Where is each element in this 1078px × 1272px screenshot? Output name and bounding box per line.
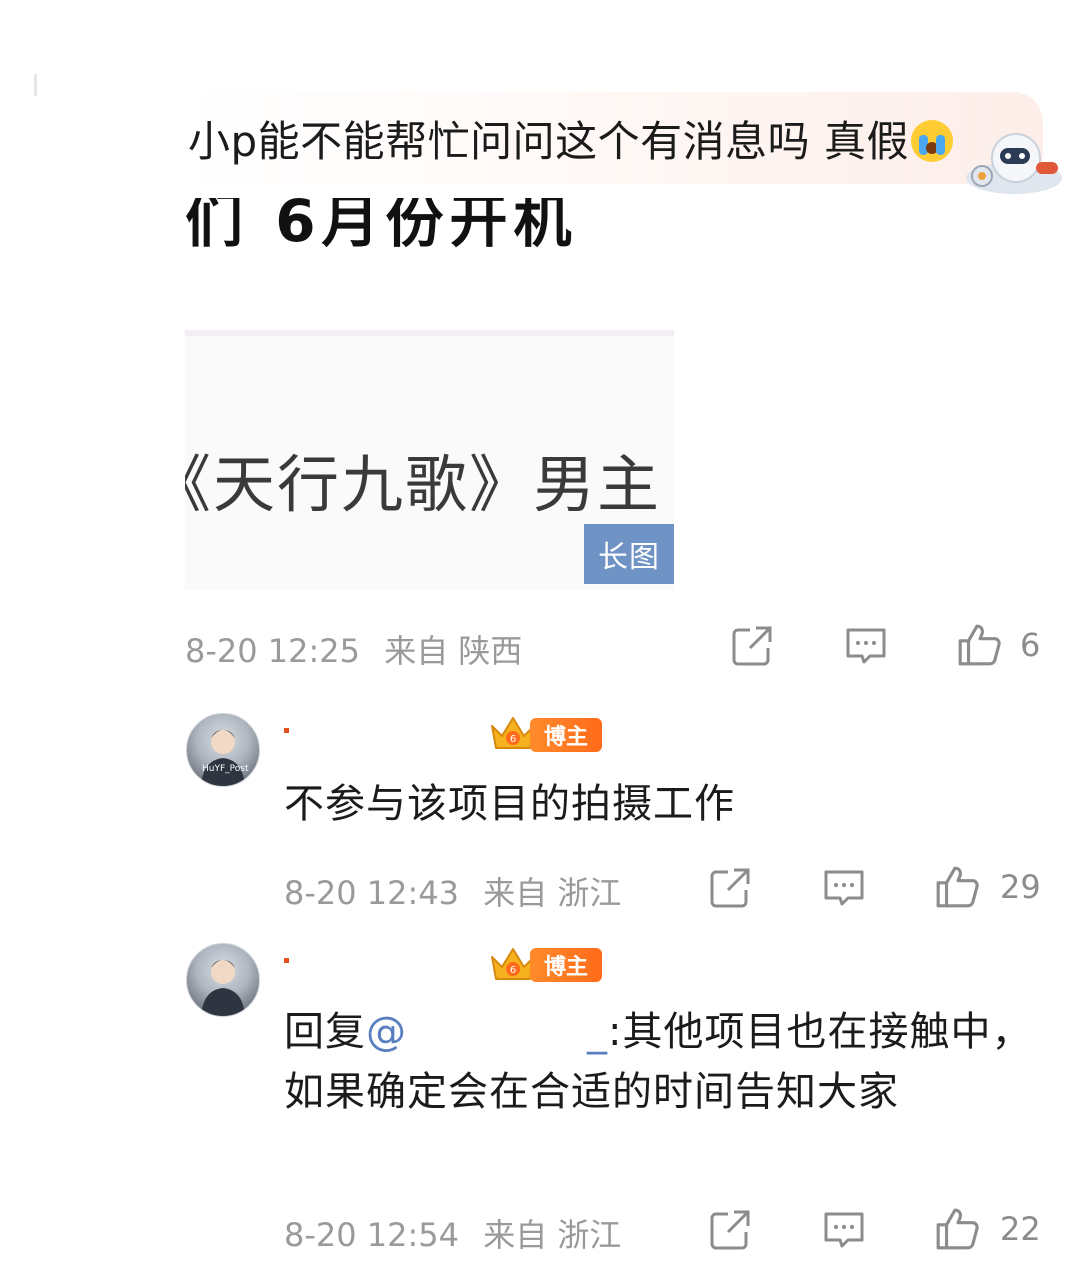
avatar[interactable]: [186, 713, 260, 787]
avatar-caption: HuYF_Post: [202, 764, 249, 774]
like-count: 6: [1020, 626, 1041, 664]
mention-start: @: [366, 1009, 407, 1055]
crying-emoji-icon: [911, 120, 954, 162]
reply-prefix: 回复: [284, 1009, 366, 1055]
like-count: 29: [1000, 868, 1041, 906]
svg-text:6: 6: [510, 734, 516, 745]
svg-text:6: 6: [510, 965, 516, 976]
blogger-tag: 博主: [530, 948, 602, 982]
image-fragment-text: 们 6月份开机: [185, 198, 578, 255]
mention-end: _: [587, 1009, 608, 1055]
reply-text: 回复@ _:其他项目也在接触中，如果确定会在合适的时间告知大家: [284, 1002, 1044, 1122]
avatar[interactable]: [186, 943, 260, 1017]
share-icon[interactable]: [730, 624, 774, 668]
image-fragment[interactable]: 们 6月份开机: [185, 198, 675, 258]
avatar-portrait-icon: [201, 960, 245, 1016]
reply-text: 不参与该项目的拍摄工作: [284, 781, 735, 827]
comment-icon[interactable]: [844, 624, 888, 668]
reply-time: 8-20 12:43: [284, 874, 460, 912]
top-comment-text: 小p能不能帮忙问问这个有消息吗 真假: [188, 108, 954, 169]
username-redacted[interactable]: [284, 728, 289, 733]
share-icon[interactable]: [708, 866, 752, 910]
blogger-tag: 博主: [530, 718, 602, 752]
comment-location: 来自 陕西: [384, 632, 523, 670]
reply-time: 8-20 12:54: [284, 1216, 460, 1254]
reply-location: 来自 浙江: [483, 1216, 622, 1254]
avatar-portrait-icon: [201, 730, 245, 786]
comment-time: 8-20 12:25: [185, 632, 361, 670]
reply-meta: 8-20 12:43 来自 浙江: [284, 868, 621, 914]
image-card-text: 《天行九歌》男主: [185, 448, 662, 521]
long-image-badge: 长图: [584, 524, 674, 584]
reply-location: 来自 浙江: [483, 874, 622, 912]
username-redacted[interactable]: [284, 958, 289, 963]
reply-meta: 8-20 12:54 来自 浙江: [284, 1210, 621, 1256]
like-count: 22: [1000, 1210, 1041, 1248]
top-comment-content: 小p能不能帮忙问问这个有消息吗 真假: [188, 117, 910, 166]
comment-icon[interactable]: [822, 1208, 866, 1252]
share-icon[interactable]: [708, 1208, 752, 1252]
thumbs-up-icon[interactable]: [934, 1206, 980, 1252]
comment-meta: 8-20 12:25 来自 陕西: [185, 626, 522, 672]
comment-icon[interactable]: [822, 866, 866, 910]
robot-pendant-icon: [966, 133, 1062, 194]
thumbs-up-icon[interactable]: [956, 622, 1002, 668]
left-edge-mark: [34, 74, 37, 96]
mention-link[interactable]: @ _: [366, 1009, 608, 1055]
thumbs-up-icon[interactable]: [934, 864, 980, 910]
